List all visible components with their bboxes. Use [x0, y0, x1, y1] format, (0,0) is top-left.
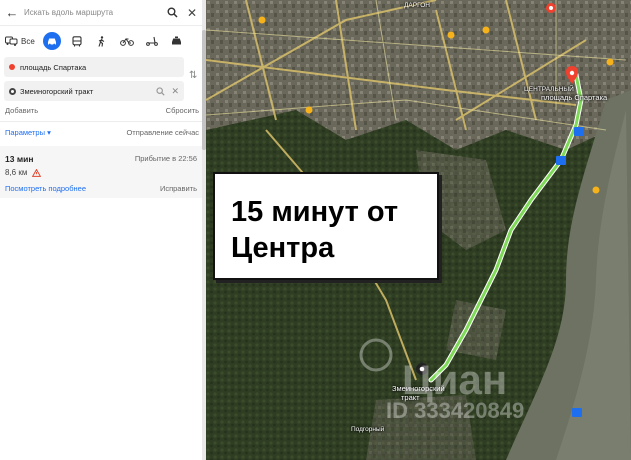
route-point-from[interactable]: площадь Спартака	[4, 57, 184, 77]
mode-walk-button[interactable]	[89, 30, 114, 52]
bicycle-icon	[119, 37, 134, 46]
search-along-route-input[interactable]	[24, 2, 162, 23]
start-point-marker-icon	[9, 64, 15, 70]
params-dropdown[interactable]: Параметры ▾	[5, 128, 51, 137]
route-to-text: Змеиногорский тракт	[20, 86, 94, 96]
warning-triangle-icon	[32, 168, 42, 177]
transport-mode-bar: Все	[0, 30, 202, 52]
route-search-bar: ← ✕	[0, 0, 202, 26]
route-actions-row: Добавить Сбросить	[5, 106, 199, 115]
route-panel: ← ✕ Все площадь Спартака	[0, 0, 206, 460]
route-point-to[interactable]: Змеиногорский тракт ✕	[4, 81, 184, 101]
taxi-icon	[172, 36, 181, 45]
scooter-icon	[145, 36, 158, 46]
callout-line-1: 15 минут от	[231, 196, 399, 228]
swap-points-icon[interactable]: ⇅	[189, 70, 197, 81]
route-params-row: Параметры ▾ Отправление сейчас	[5, 128, 199, 137]
bus-icon	[71, 35, 82, 46]
route-distance: 8,6 км	[5, 168, 28, 177]
add-point-link[interactable]: Добавить	[5, 106, 38, 115]
route-fix-link[interactable]: Исправить	[160, 184, 197, 193]
mode-all-label: Все	[21, 36, 35, 46]
mode-bike-button[interactable]	[114, 30, 139, 52]
route-arrival-time: Прибытие в 22:56	[134, 154, 197, 163]
mode-transit-button[interactable]	[64, 30, 89, 52]
map-label-bottom: Подгорный	[351, 426, 385, 433]
mode-car-button[interactable]	[43, 32, 61, 50]
divider	[0, 121, 202, 122]
point-search-icon[interactable]	[156, 86, 166, 96]
route-duration: 13 мин	[5, 154, 34, 164]
search-icon[interactable]	[162, 0, 182, 26]
mode-all-button[interactable]: Все	[0, 36, 40, 46]
car-bus-icon	[5, 36, 18, 46]
watermark-id: ID 333420849	[386, 398, 525, 423]
route-option-card[interactable]: 13 мин Прибытие в 22:56 8,6 км Посмотрет…	[0, 146, 202, 198]
promo-callout-box: 15 минут от Центра	[213, 172, 439, 280]
mode-scooter-button[interactable]	[139, 30, 164, 52]
reset-route-link[interactable]: Сбросить	[166, 106, 199, 115]
departure-time-selector[interactable]: Отправление сейчас	[126, 128, 199, 137]
route-from-text: площадь Спартака	[20, 62, 87, 72]
pedestrian-icon	[98, 35, 105, 47]
close-icon[interactable]: ✕	[182, 0, 202, 26]
callout-line-2: Центра	[231, 232, 335, 264]
mode-taxi-button[interactable]	[164, 30, 189, 52]
car-icon	[48, 38, 56, 46]
watermark-brand: Циан	[402, 356, 508, 403]
back-arrow-icon[interactable]: ←	[0, 0, 24, 26]
route-details-link[interactable]: Посмотреть подробнее	[5, 184, 86, 193]
end-point-marker-icon	[8, 87, 16, 95]
map-label-district: ДАРГОН	[404, 2, 430, 9]
point-clear-icon[interactable]: ✕	[171, 86, 179, 97]
map-label-center: ЦЕНТРАЛЬНЫЙ	[524, 86, 574, 93]
map-label-start: площадь Спартака	[541, 93, 608, 102]
